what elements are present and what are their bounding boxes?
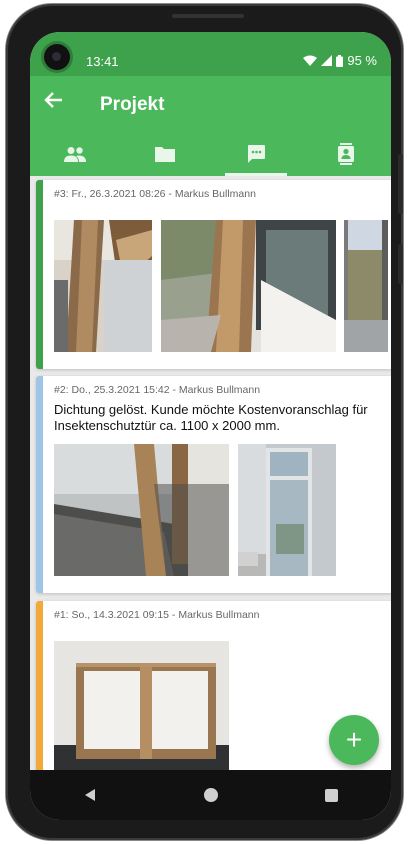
add-entry-button[interactable]: + [329,715,379,765]
volume-button [398,154,403,214]
photo-thumbnail[interactable] [238,444,336,576]
app-bar: Projekt [30,76,391,132]
battery-percent: 95 % [347,53,377,68]
page-title: Projekt [100,94,165,115]
recents-nav-icon[interactable] [325,788,338,802]
list-item[interactable]: #2: Do., 25.3.2021 15:42 - Markus Bullma… [36,376,391,593]
speaker-grille [172,14,244,18]
contact-card-icon [337,143,354,165]
entry-meta: #3: Fr., 26.3.2021 08:26 - Markus Bullma… [54,188,256,200]
photo-thumbnail[interactable] [161,220,336,352]
battery-icon [336,54,344,67]
photo-thumbnail[interactable] [344,220,388,352]
photo-thumbnail[interactable] [54,444,229,576]
power-button [398,244,403,284]
accent-bar [36,376,43,593]
system-nav-bar [30,770,391,820]
tab-files[interactable] [120,132,210,176]
plus-icon: + [345,724,363,755]
accent-bar [36,180,43,369]
status-icons: 95 % [303,53,377,68]
home-nav-icon[interactable] [203,787,219,803]
wifi-icon [303,55,318,66]
entry-meta: #2: Do., 25.3.2021 15:42 - Markus Bullma… [54,384,261,396]
screen: 13:41 95 % Projekt #3: Fr., 26.3.2021 08… [30,32,391,820]
entry-meta: #1: So., 14.3.2021 09:15 - Markus Bullma… [54,609,260,621]
entry-text: Dichtung gelöst. Kunde möchte Kostenvora… [54,402,368,433]
front-camera [44,44,70,70]
tab-people[interactable] [30,132,120,176]
list-item[interactable]: #3: Fr., 26.3.2021 08:26 - Markus Bullma… [36,180,391,369]
tab-bar [30,132,391,176]
photo-thumbnail[interactable] [54,641,229,770]
photo-thumbnail[interactable] [54,220,152,352]
back-nav-icon[interactable] [83,788,97,802]
back-arrow-icon[interactable] [44,90,64,115]
message-list: #3: Fr., 26.3.2021 08:26 - Markus Bullma… [30,176,391,770]
tab-messages[interactable] [211,132,301,176]
status-bar: 13:41 95 % [30,32,391,76]
signal-icon [321,55,333,66]
status-time: 13:41 [86,54,119,69]
people-icon [64,147,87,162]
tab-contacts[interactable] [301,132,391,176]
accent-bar [36,601,43,770]
chat-icon [247,145,265,163]
folder-icon [155,147,176,162]
phone-frame: 13:41 95 % Projekt #3: Fr., 26.3.2021 08… [6,4,403,840]
